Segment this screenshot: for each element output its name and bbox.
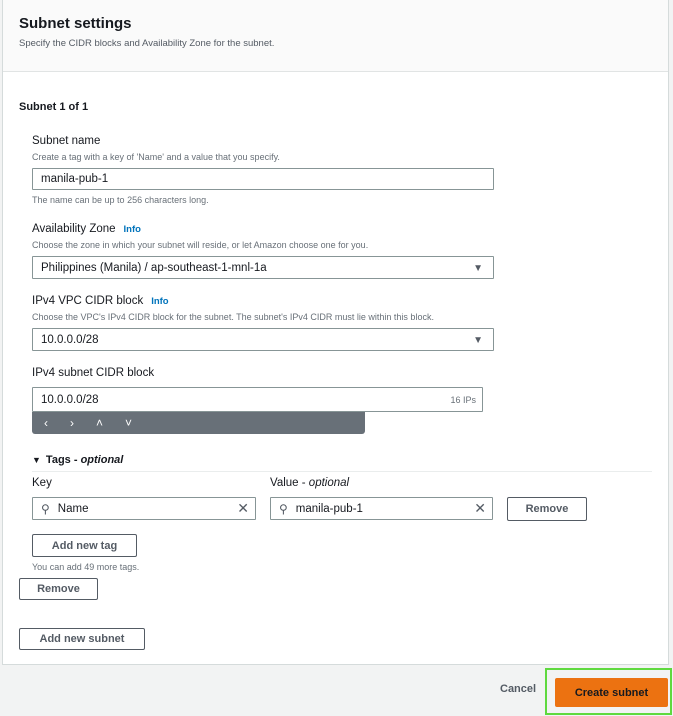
tag-value-value: manila-pub-1 <box>295 502 363 515</box>
remove-subnet-button[interactable]: Remove <box>19 578 98 600</box>
create-subnet-button[interactable]: Create subnet <box>555 678 668 707</box>
page-title: Subnet settings <box>19 15 132 32</box>
tags-optional: optional <box>80 454 124 466</box>
az-select[interactable]: Philippines (Manila) / ap-southeast-1-mn… <box>32 256 494 279</box>
az-value: Philippines (Manila) / ap-southeast-1-mn… <box>41 261 267 274</box>
vpc-cidr-select[interactable]: 10.0.0.0/28 ▼ <box>32 328 494 351</box>
subnet-heading: Subnet 1 of 1 <box>19 101 89 113</box>
key-label: Key <box>32 477 52 489</box>
subnet-name-input[interactable]: manila-pub-1 <box>32 168 494 190</box>
remove-tag-button[interactable]: Remove <box>507 497 587 521</box>
value-optional: optional <box>308 477 350 489</box>
caret-down-icon: ▼ <box>473 263 483 274</box>
tag-value-input[interactable]: ⚲ manila-pub-1 ✕ <box>270 497 493 520</box>
search-icon: ⚲ <box>279 501 288 516</box>
az-label-text: Availability Zone <box>32 223 116 235</box>
value-label-text: Value <box>270 477 299 489</box>
tags-hint: You can add 49 more tags. <box>32 562 140 572</box>
search-icon: ⚲ <box>41 501 50 516</box>
cidr-stepper-toolbar: ‹ › ˄ ˅ <box>32 412 365 434</box>
tags-heading: Tags <box>45 454 71 466</box>
vpc-cidr-info-link[interactable]: Info <box>151 296 168 307</box>
az-info-link[interactable]: Info <box>124 224 141 235</box>
add-new-subnet-button[interactable]: Add new subnet <box>19 628 145 650</box>
subnet-cidr-value: 10.0.0.0/28 <box>41 393 99 406</box>
vpc-cidr-description: Choose the VPC's IPv4 CIDR block for the… <box>32 312 434 322</box>
divider <box>32 471 652 472</box>
subnet-cidr-label: IPv4 subnet CIDR block <box>32 367 155 379</box>
chevron-right-icon[interactable]: › <box>70 416 74 430</box>
tag-key-input[interactable]: ⚲ Name ✕ <box>32 497 256 520</box>
subnet-name-value: manila-pub-1 <box>41 173 109 185</box>
chevron-up-icon[interactable]: ˄ <box>96 416 103 430</box>
add-new-tag-button[interactable]: Add new tag <box>32 534 137 557</box>
tag-key-value: Name <box>57 502 89 515</box>
az-label: Availability Zone Info <box>32 223 141 235</box>
caret-down-icon: ▼ <box>32 455 41 465</box>
panel-header <box>3 0 668 72</box>
chevron-down-icon[interactable]: ˅ <box>125 416 132 430</box>
subnet-cidr-input[interactable]: 10.0.0.0/28 16 IPs <box>32 387 483 412</box>
chevron-left-icon[interactable]: ‹ <box>44 416 48 430</box>
caret-down-icon: ▼ <box>473 335 483 346</box>
cancel-button[interactable]: Cancel <box>500 683 536 695</box>
clear-icon[interactable]: ✕ <box>474 500 486 517</box>
value-label: Value - optional <box>270 477 350 489</box>
clear-icon[interactable]: ✕ <box>237 500 249 517</box>
subnet-name-description: Create a tag with a key of 'Name' and a … <box>32 152 280 162</box>
vpc-cidr-value: 10.0.0.0/28 <box>41 333 99 346</box>
tags-toggle[interactable]: ▼ Tags - optional <box>32 454 123 466</box>
subnet-name-label: Subnet name <box>32 135 101 147</box>
az-description: Choose the zone in which your subnet wil… <box>32 240 369 250</box>
vpc-cidr-label: IPv4 VPC CIDR block Info <box>32 295 169 307</box>
vpc-cidr-label-text: IPv4 VPC CIDR block <box>32 295 144 307</box>
page-description: Specify the CIDR blocks and Availability… <box>19 38 275 49</box>
ip-count: 16 IPs <box>450 394 476 405</box>
subnet-name-hint: The name can be up to 256 characters lon… <box>32 195 209 205</box>
